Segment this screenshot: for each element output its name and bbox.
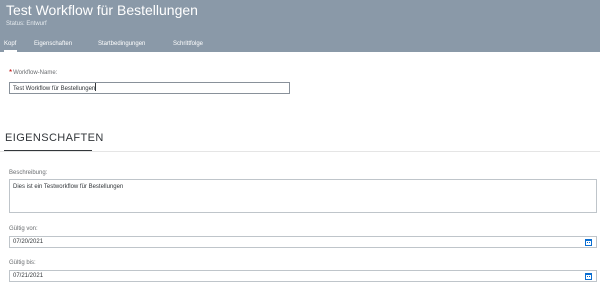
calendar-icon[interactable]: [585, 273, 592, 280]
tab-eigenschaften[interactable]: Eigenschaften: [34, 40, 72, 48]
tab-kopf[interactable]: Kopf: [4, 40, 16, 48]
status-text: Status: Entwurf: [6, 21, 47, 27]
description-label: Beschreibung:: [9, 170, 48, 176]
valid-from-value: 07/20/2021: [13, 239, 44, 245]
workflow-name-input[interactable]: Test Workflow für Bestellungen: [9, 82, 290, 94]
valid-from-label: Gültig von:: [9, 226, 38, 232]
calendar-icon[interactable]: [585, 239, 592, 246]
page-header: Test Workflow für Bestellungen Status: E…: [0, 0, 600, 52]
valid-to-datepicker[interactable]: 07/21/2021: [9, 270, 597, 282]
required-marker: *: [9, 68, 13, 77]
tab-bar: Kopf Eigenschaften Startbedingungen Schr…: [0, 36, 600, 52]
tab-schrittfolge[interactable]: Schrittfolge: [173, 40, 203, 48]
description-textarea[interactable]: Dies ist ein Testworkflow für Bestellung…: [9, 179, 597, 213]
workflow-name-label: *Workflow-Name:: [9, 69, 57, 77]
text-cursor: [95, 83, 97, 91]
page-title: Test Workflow für Bestellungen: [6, 2, 198, 18]
section-title-eigenschaften: EIGENSCHAFTEN: [5, 132, 104, 144]
workflow-name-value: Test Workflow für Bestellungen: [13, 86, 96, 92]
workflow-name-label-text: Workflow-Name:: [13, 70, 58, 76]
valid-to-value: 07/21/2021: [13, 273, 44, 279]
description-value: Dies ist ein Testworkflow für Bestellung…: [13, 184, 124, 190]
tab-startbedingungen[interactable]: Startbedingungen: [98, 40, 145, 48]
section-divider: [0, 151, 600, 152]
valid-from-datepicker[interactable]: 07/20/2021: [9, 236, 597, 248]
form-content: *Workflow-Name: Test Workflow für Bestel…: [0, 52, 600, 289]
valid-to-label: Gültig bis:: [9, 260, 36, 266]
